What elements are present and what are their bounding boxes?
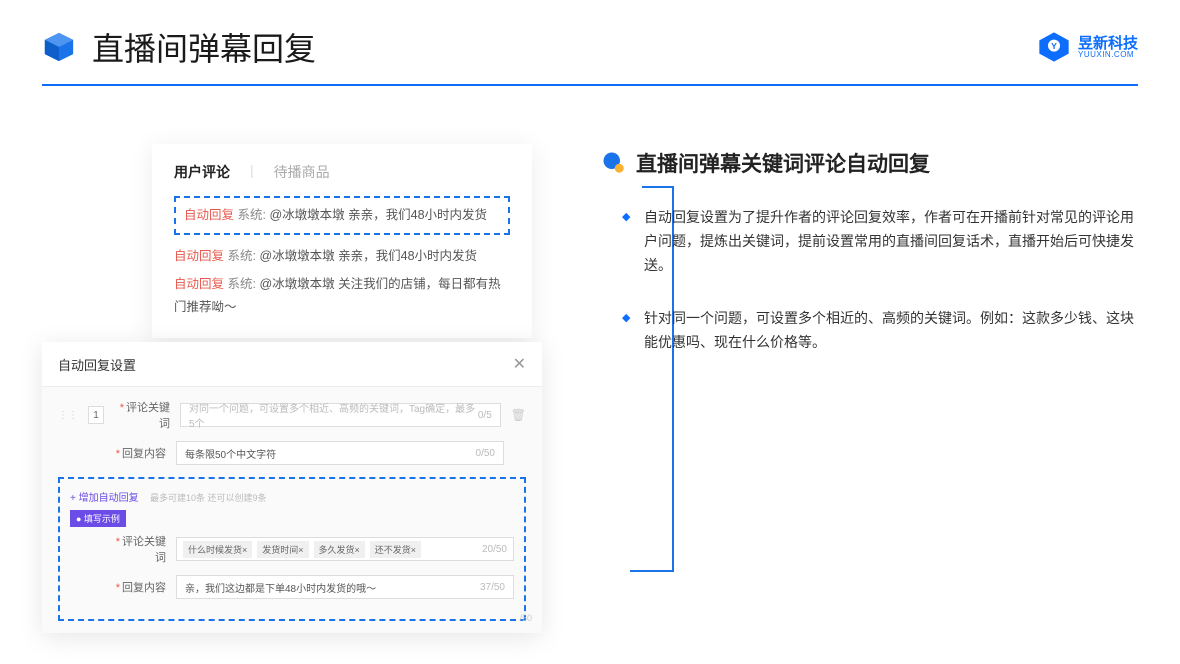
- bullet-item: 针对同一个问题，可设置多个相近的、高频的关键词。例如：这款多少钱、这块能优惠吗、…: [622, 307, 1138, 355]
- cube-icon: [42, 30, 76, 64]
- bullet-item: 自动回复设置为了提升作者的评论回复效率，作者可在开播前针对常见的评论用户问题，提…: [622, 206, 1138, 277]
- system-label: 系统:: [228, 277, 256, 291]
- keyword-input[interactable]: 对同一个问题，可设置多个相近、高频的关键词，Tag确定，最多5个 0/5: [180, 403, 501, 427]
- example-badge: ● 填写示例: [70, 510, 126, 527]
- tab-pending-goods[interactable]: 待播商品: [274, 162, 330, 182]
- tab-separator: |: [250, 162, 254, 182]
- svg-text:Y: Y: [1051, 41, 1057, 51]
- keyword-tag[interactable]: 多久发货×: [314, 541, 365, 558]
- comment-text: @冰墩墩本墩 亲亲，我们48小时内发货: [269, 208, 487, 222]
- keyword-tag[interactable]: 什么时候发货×: [183, 541, 252, 558]
- section-title: 直播间弹幕关键词评论自动回复: [636, 148, 930, 178]
- brand-name: 昱新科技: [1078, 36, 1138, 51]
- add-hint: 最多可建10条 还可以创建9条: [150, 493, 267, 503]
- comment-row: 自动回复 系统: @冰墩墩本墩 亲亲，我们48小时内发货: [174, 245, 510, 268]
- auto-reply-settings-panel: 自动回复设置 ✕ ⋮⋮ 1 *评论关键词 对同一个问题，可设置多个相近、高频的关…: [42, 342, 542, 633]
- row-number: 1: [88, 406, 104, 424]
- auto-reply-badge: 自动回复: [174, 249, 224, 263]
- keyword-tag[interactable]: 发货时间×: [257, 541, 308, 558]
- header-divider: [42, 84, 1138, 86]
- brand-logo-icon: Y: [1038, 31, 1070, 63]
- drag-handle-icon[interactable]: ⋮⋮: [58, 410, 78, 421]
- example-block: + 增加自动回复 最多可建10条 还可以创建9条 ● 填写示例 *评论关键词 什…: [58, 477, 526, 621]
- comment-panel: 用户评论 | 待播商品 自动回复 系统: @冰墩墩本墩 亲亲，我们48小时内发货…: [152, 144, 532, 338]
- brand-sub: YUUXIN.COM: [1078, 51, 1138, 59]
- eg-keyword-label: *评论关键词: [110, 533, 166, 565]
- page-header: 直播间弹幕回复 Y 昱新科技 YUUXIN.COM: [0, 0, 1180, 70]
- system-label: 系统:: [238, 208, 266, 222]
- content-label: *回复内容: [110, 445, 166, 461]
- eg-content-label: *回复内容: [110, 579, 166, 595]
- page-title: 直播间弹幕回复: [92, 24, 316, 70]
- eg-keyword-input[interactable]: 什么时候发货×发货时间×多久发货×还不发货× 20/50: [176, 537, 514, 561]
- delete-icon[interactable]: 🗑: [511, 408, 526, 422]
- connector-line: [630, 570, 674, 572]
- auto-reply-badge: 自动回复: [174, 277, 224, 291]
- tab-user-comments[interactable]: 用户评论: [174, 162, 230, 182]
- right-explanation: 直播间弹幕关键词评论自动回复 自动回复设置为了提升作者的评论回复效率，作者可在开…: [602, 144, 1138, 385]
- auto-reply-badge: 自动回复: [184, 208, 234, 222]
- eg-tag-group: 什么时候发货× 发货时间× 多久发货× 还不发货×: [183, 541, 424, 558]
- chat-bubble-icon: [602, 151, 626, 175]
- system-label: 系统:: [228, 249, 256, 263]
- eg-content-input[interactable]: 亲，我们这边都是下单48小时内发货的哦～ 37/50: [176, 575, 514, 599]
- content-input[interactable]: 每条限50个中文字符 0/50: [176, 441, 504, 465]
- comment-row-highlighted: 自动回复 系统: @冰墩墩本墩 亲亲，我们48小时内发货: [174, 196, 510, 235]
- add-auto-reply-link[interactable]: + 增加自动回复: [70, 493, 139, 504]
- keyword-tag[interactable]: 还不发货×: [370, 541, 421, 558]
- brand-block: Y 昱新科技 YUUXIN.COM: [1038, 31, 1138, 63]
- comment-text: @冰墩墩本墩 亲亲，我们48小时内发货: [259, 249, 477, 263]
- settings-title: 自动回复设置: [58, 355, 136, 374]
- comment-row: 自动回复 系统: @冰墩墩本墩 关注我们的店铺，每日都有热门推荐呦～: [174, 273, 510, 318]
- keyword-label: *评论关键词: [114, 399, 170, 431]
- connector-line: [642, 186, 674, 188]
- close-icon[interactable]: ✕: [513, 354, 526, 374]
- left-illustration: 用户评论 | 待播商品 自动回复 系统: @冰墩墩本墩 亲亲，我们48小时内发货…: [42, 144, 542, 385]
- outer-counter: /50: [519, 613, 532, 623]
